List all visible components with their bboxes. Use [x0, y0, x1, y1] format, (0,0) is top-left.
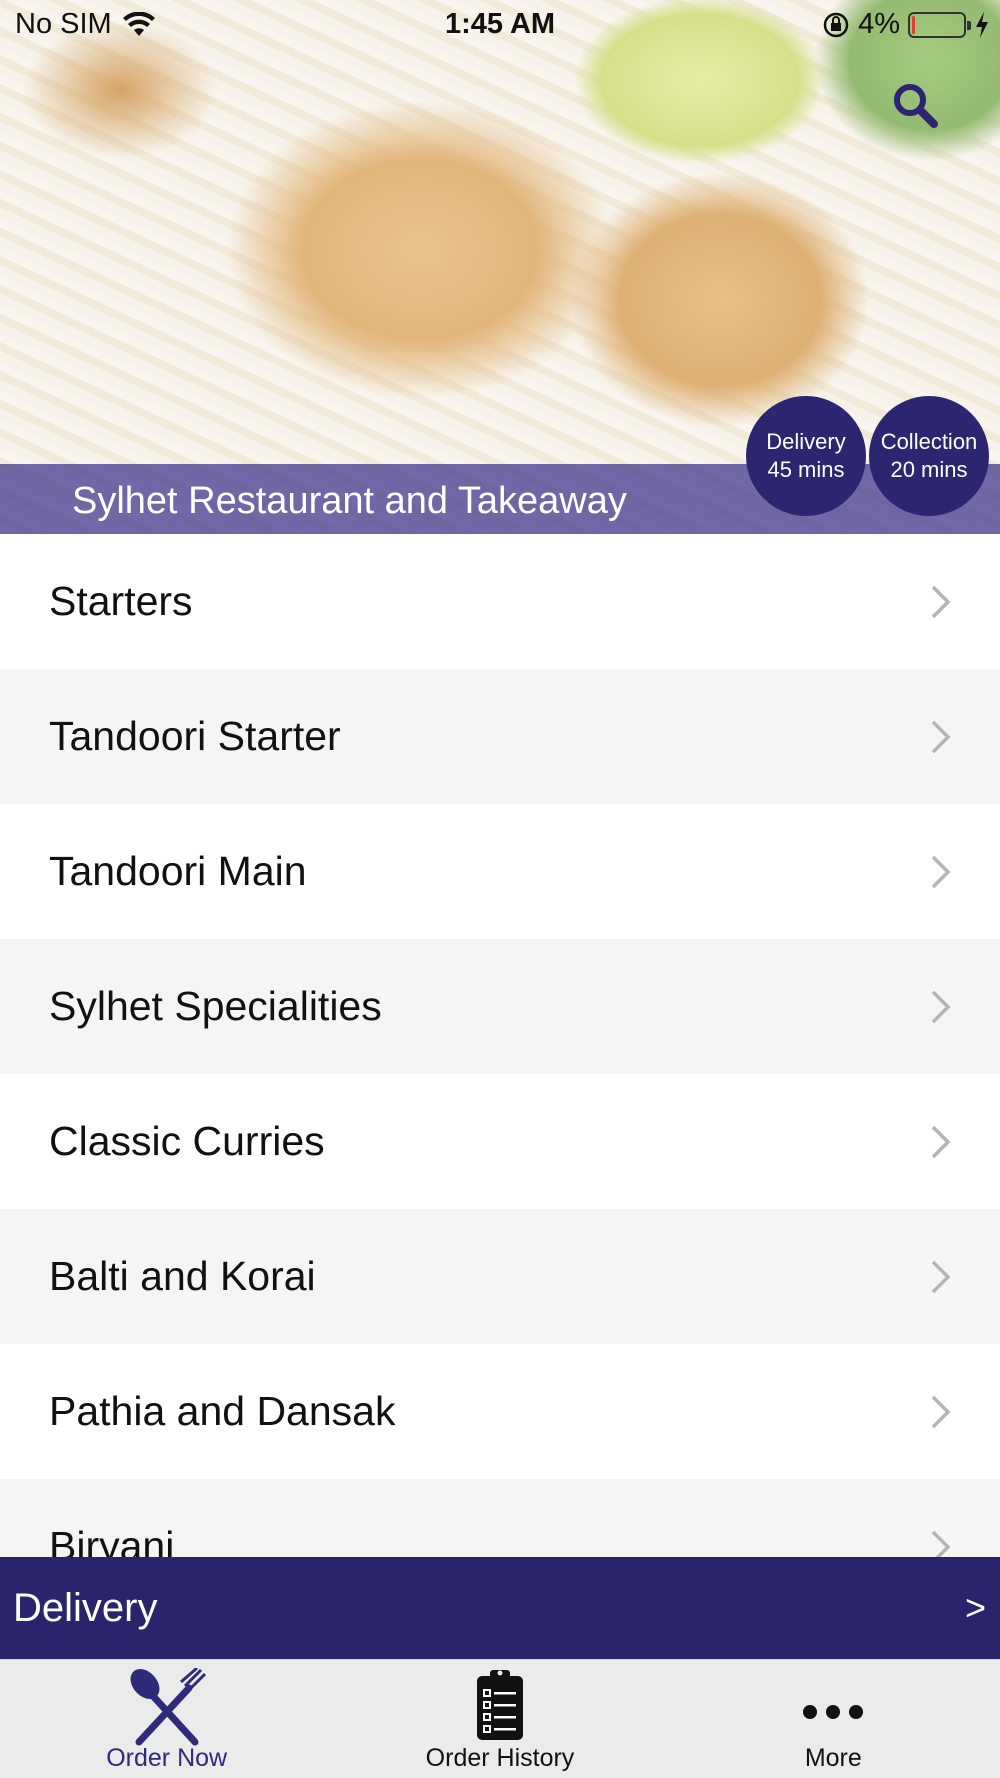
chevron-right-icon	[931, 720, 951, 753]
chevron-right-icon	[931, 585, 951, 618]
collection-time-badge: Collection 20 mins	[869, 396, 989, 516]
search-icon[interactable]	[888, 78, 944, 134]
status-bar: No SIM 1:45 AM 4%	[0, 0, 1000, 50]
tab-label: Order History	[425, 1744, 575, 1772]
orientation-lock-icon	[823, 12, 849, 37]
menu-category-label: Starters	[49, 578, 193, 624]
menu-category-classic-curries[interactable]: Classic Curries	[0, 1074, 1000, 1209]
tab-order-history[interactable]: Order History	[333, 1660, 666, 1778]
tab-order-now[interactable]: Order Now	[0, 1660, 333, 1778]
chevron-right-icon	[931, 1260, 951, 1293]
menu-category-label: Tandoori Starter	[49, 713, 341, 759]
chevron-right-icon	[931, 855, 951, 888]
order-mode-label: Delivery	[13, 1585, 158, 1630]
chevron-right-icon	[931, 990, 951, 1023]
menu-category-starters[interactable]: Starters	[0, 534, 1000, 669]
menu-category-pathia-and-dansak[interactable]: Pathia and Dansak	[0, 1344, 1000, 1479]
menu-category-label: Tandoori Main	[49, 848, 307, 894]
tab-label: Order Now	[106, 1744, 228, 1772]
collection-badge-label: Collection	[880, 429, 978, 454]
chevron-right-icon	[931, 1125, 951, 1158]
menu-category-list[interactable]: Starters Tandoori Starter Tandoori Main …	[0, 534, 1000, 1557]
status-right: 4%	[822, 8, 990, 41]
more-dots-icon	[803, 1705, 864, 1719]
tab-more[interactable]: More	[667, 1660, 1000, 1778]
battery-icon	[908, 11, 971, 38]
menu-category-sylhet-specialities[interactable]: Sylhet Specialities	[0, 939, 1000, 1074]
order-mode-arrow: >	[964, 1587, 986, 1628]
battery-percent: 4%	[858, 8, 900, 40]
delivery-badge-label: Delivery	[766, 429, 846, 454]
menu-category-balti-and-korai[interactable]: Balti and Korai	[0, 1209, 1000, 1344]
delivery-badge-time: 45 mins	[767, 457, 845, 482]
restaurant-name: Sylhet Restaurant and Takeaway	[72, 480, 627, 522]
menu-category-label: Sylhet Specialities	[49, 983, 382, 1029]
order-mode-bar[interactable]: Delivery >	[0, 1557, 1000, 1659]
menu-category-label: Classic Curries	[49, 1118, 325, 1164]
clipboard-list-icon	[476, 1670, 523, 1740]
charging-icon	[976, 11, 988, 38]
menu-category-label: Biryani	[49, 1523, 175, 1557]
battery-level	[912, 15, 915, 34]
menu-category-tandoori-main[interactable]: Tandoori Main	[0, 804, 1000, 939]
tab-label: More	[804, 1744, 862, 1772]
menu-category-tandoori-starter[interactable]: Tandoori Starter	[0, 669, 1000, 804]
collection-badge-time: 20 mins	[890, 457, 968, 482]
menu-category-label: Balti and Korai	[49, 1253, 316, 1299]
hero-banner: No SIM 1:45 AM 4% Sylhet Restaurant and …	[0, 0, 1000, 534]
delivery-time-badge: Delivery 45 mins	[746, 396, 866, 516]
menu-category-biryani[interactable]: Biryani	[0, 1479, 1000, 1557]
bottom-tab-bar: Order Now Order History More	[0, 1659, 1000, 1778]
fork-knife-icon	[130, 1668, 206, 1746]
menu-category-label: Pathia and Dansak	[49, 1388, 396, 1434]
chevron-right-icon	[931, 1530, 951, 1557]
chevron-right-icon	[931, 1395, 951, 1428]
